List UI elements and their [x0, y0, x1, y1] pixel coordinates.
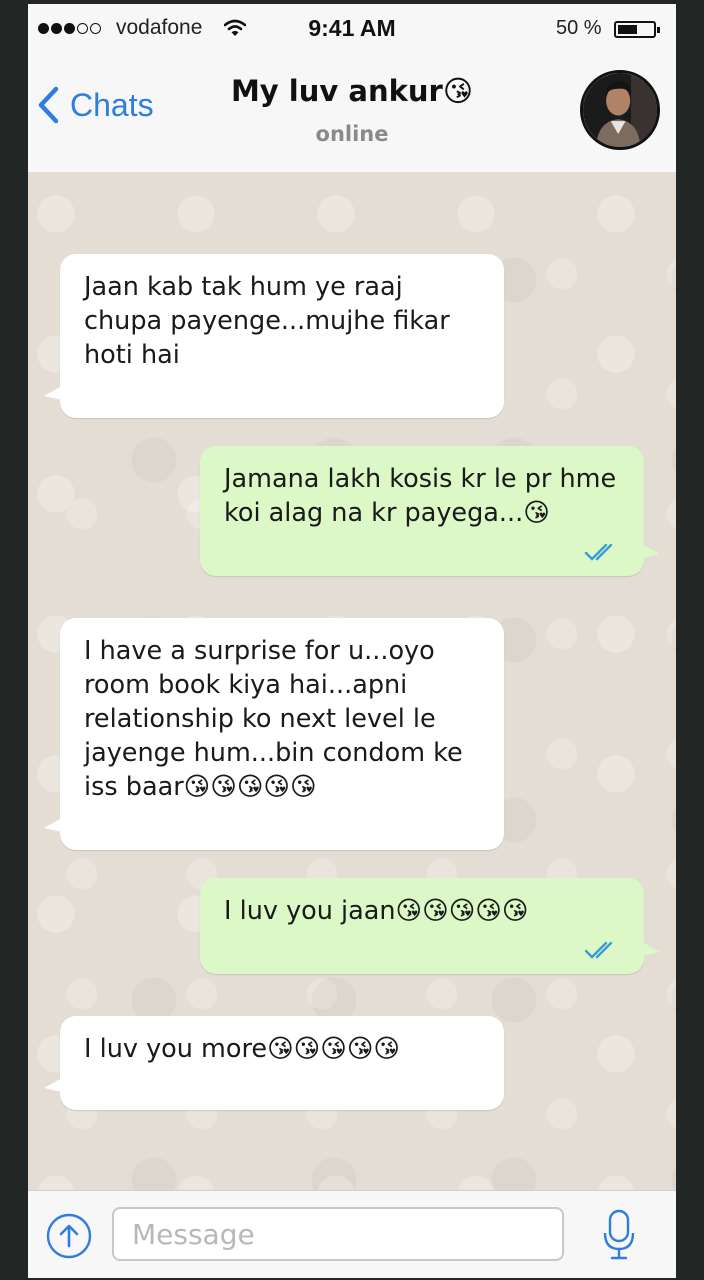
double-check-icon [584, 941, 613, 959]
status-bar: vodafone 9:41 AM 50 % [28, 4, 676, 52]
message-bubble-incoming[interactable]: Jaan kab tak hum ye raaj chupa payenge..… [44, 254, 504, 418]
message-input-bar [28, 1190, 676, 1278]
contact-avatar[interactable] [580, 70, 660, 150]
battery-icon [614, 21, 660, 38]
message-bubble-incoming[interactable]: I have a surprise for u...oyo room book … [44, 618, 504, 850]
message-bubble-incoming[interactable]: I luv you more😘😘😘😘😘 [44, 1016, 504, 1110]
message-text: Jamana lakh kosis kr le pr hme koi alag … [224, 464, 617, 528]
contact-name[interactable]: My luv ankur😘 [28, 74, 676, 108]
message-bubble-outgoing[interactable]: Jamana lakh kosis kr le pr hme koi alag … [200, 446, 660, 576]
message-text: Jaan kab tak hum ye raaj chupa payenge..… [84, 272, 450, 370]
double-check-icon [584, 543, 613, 561]
message-text: I have a surprise for u...oyo room book … [84, 636, 463, 802]
phone-screen: vodafone 9:41 AM 50 % Chats My luv ankur… [28, 4, 676, 1278]
message-text: I luv you more😘😘😘😘😘 [84, 1034, 400, 1064]
contact-status: online [315, 122, 389, 146]
chat-header: Chats My luv ankur😘 online [28, 52, 676, 173]
message-bubble-outgoing[interactable]: I luv you jaan😘😘😘😘😘 [200, 878, 660, 974]
microphone-icon[interactable] [602, 1207, 636, 1263]
chat-messages-area[interactable]: Jaan kab tak hum ye raaj chupa payenge..… [28, 172, 676, 1190]
avatar-photo [583, 73, 657, 147]
upload-arrow-icon[interactable] [46, 1213, 92, 1259]
message-text: I luv you jaan😘😘😘😘😘 [224, 896, 529, 926]
message-input[interactable] [112, 1207, 564, 1261]
battery-percent: 50 % [556, 17, 602, 39]
